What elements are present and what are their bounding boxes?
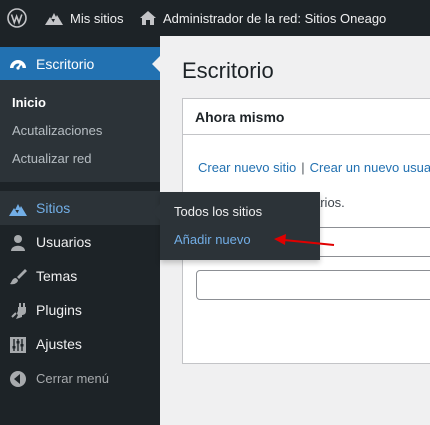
menu-dashboard[interactable]: Escritorio xyxy=(0,47,160,81)
page-title: Escritorio xyxy=(182,58,274,83)
network-admin-menu[interactable]: Administrador de la red: Sitios Oneago xyxy=(139,0,386,36)
widget-title: Ahora mismo xyxy=(195,108,285,125)
wordpress-logo-button[interactable] xyxy=(7,0,27,36)
menu-themes[interactable]: Temas xyxy=(0,259,160,293)
search-sites-input[interactable] xyxy=(196,270,430,300)
link-separator: | xyxy=(301,160,305,175)
plug-icon xyxy=(11,303,26,319)
flyout-add-new[interactable]: Añadir nuevo xyxy=(174,232,251,247)
dashboard-submenu: Inicio Acutalizaciones Actualizar red xyxy=(0,80,160,182)
widget-links: Crear nuevo sitio | Crear un nuevo usua xyxy=(198,160,430,175)
home-icon xyxy=(140,11,156,25)
submenu-update-network[interactable]: Actualizar red xyxy=(12,151,91,166)
my-sites-label: Mis sitios xyxy=(70,10,124,26)
menu-themes-label: Temas xyxy=(36,268,78,284)
submenu-updates[interactable]: Acutalizaciones xyxy=(12,123,102,138)
sliders-icon xyxy=(10,337,26,353)
brush-icon xyxy=(10,269,27,285)
flyout-all-sites[interactable]: Todos los sitios xyxy=(174,204,262,219)
menu-sites[interactable]: Sitios xyxy=(0,191,160,225)
my-sites-menu[interactable]: Mis sitios xyxy=(44,0,123,36)
collapse-menu-button[interactable]: Cerrar menú xyxy=(0,361,160,395)
multisite-icon xyxy=(9,204,27,216)
menu-settings-label: Ajustes xyxy=(36,336,82,352)
menu-plugins-label: Plugins xyxy=(36,302,82,318)
create-user-link[interactable]: Crear un nuevo usua xyxy=(310,160,430,175)
admin-sidebar: Escritorio Inicio Acutalizaciones Actual… xyxy=(0,36,160,425)
admin-bar: Mis sitios Administrador de la red: Siti… xyxy=(0,0,430,36)
network-admin-label: Administrador de la red: Sitios Oneago xyxy=(163,10,387,26)
wordpress-logo-icon xyxy=(7,8,27,28)
collapse-arrow-icon xyxy=(10,371,26,387)
menu-users[interactable]: Usuarios xyxy=(0,225,160,259)
dashboard-gauge-icon xyxy=(10,60,26,70)
widget-header: Ahora mismo xyxy=(183,99,430,135)
menu-settings[interactable]: Ajustes xyxy=(0,327,160,361)
multisite-icon xyxy=(45,13,63,25)
menu-plugins[interactable]: Plugins xyxy=(0,293,160,327)
collapse-menu-label: Cerrar menú xyxy=(36,370,109,386)
annotation-arrow-icon xyxy=(274,234,335,246)
menu-sites-label: Sitios xyxy=(36,200,71,216)
create-site-link[interactable]: Crear nuevo sitio xyxy=(198,160,296,175)
submenu-home[interactable]: Inicio xyxy=(12,95,46,110)
menu-users-label: Usuarios xyxy=(36,234,92,250)
user-icon xyxy=(11,235,25,251)
menu-dashboard-label: Escritorio xyxy=(36,56,95,72)
